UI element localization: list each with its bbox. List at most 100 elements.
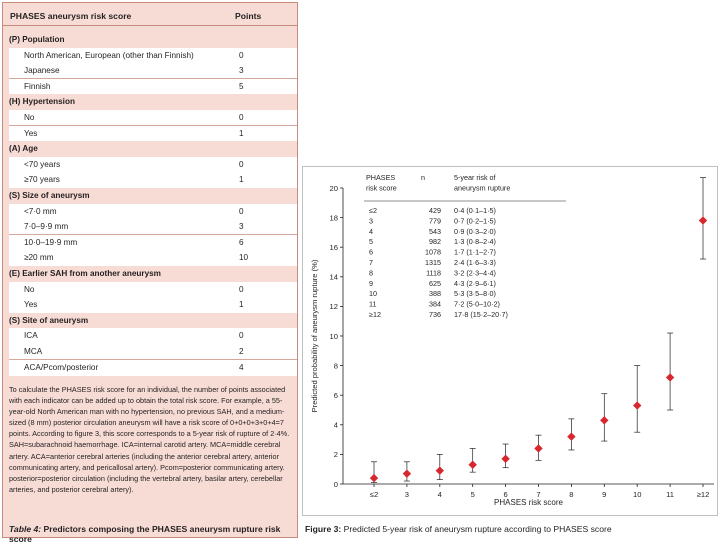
row-points: 0 (239, 50, 244, 60)
table-caption-text: Predictors composing the PHASES aneurysm… (9, 524, 281, 544)
row-label: <7·0 mm (24, 206, 57, 216)
table-row: No 0 (9, 110, 297, 126)
inset-cell-risk: 0·7 (0·2–1·5) (454, 216, 496, 225)
table-section-heading: (A) Age (3, 141, 297, 158)
table-header-points: Points (235, 11, 262, 21)
x-tick-label: 4 (438, 490, 442, 499)
table-caption: Table 4: Predictors composing the PHASES… (9, 524, 297, 544)
row-points: 4 (239, 362, 244, 372)
row-label: No (24, 113, 35, 122)
data-point (501, 454, 510, 464)
inset-header: n (421, 173, 425, 182)
inset-cell-n: 779 (429, 216, 441, 225)
y-tick-label: 8 (334, 361, 338, 370)
y-tick-label: 14 (330, 273, 338, 282)
row-points: 0 (239, 284, 244, 294)
inset-cell-score: 6 (369, 248, 373, 257)
table-row: ICA 0 (9, 328, 297, 345)
inset-cell-risk: 3·2 (2·3–4·4) (454, 268, 496, 277)
inset-cell-n: 388 (429, 289, 441, 298)
inset-cell-risk: 1·7 (1·1–2·7) (454, 248, 496, 257)
data-point (633, 401, 642, 410)
row-points: 0 (239, 113, 244, 122)
x-tick-label: 5 (471, 490, 475, 499)
y-tick-label: 10 (330, 332, 338, 341)
row-points: 0 (239, 331, 244, 341)
inset-header: risk score (366, 184, 397, 193)
section-title: (H) Hypertension (9, 97, 75, 107)
inset-cell-score: 4 (369, 227, 373, 236)
row-points: 10 (239, 253, 249, 263)
row-points: 3 (239, 66, 244, 76)
row-points: 1 (239, 300, 244, 310)
y-tick-label: 12 (330, 302, 338, 311)
inset-cell-n: 429 (429, 206, 441, 215)
section-title: (S) Site of aneurysm (9, 315, 89, 325)
inset-cell-risk: 7·2 (5·0–10·2) (454, 300, 500, 309)
section-title: (P) Population (9, 35, 65, 44)
row-label: <70 years (24, 159, 61, 169)
data-point (402, 469, 412, 478)
inset-cell-n: 543 (429, 227, 441, 236)
table-row: <70 years 0 (9, 156, 297, 173)
risk-chart: 02468101214161820≤2 3 4 5 6 7 8 9 10 11 ≥12PHASES … (310, 173, 714, 507)
risk-score-table: PHASES aneurysm risk score Points (P) Po… (2, 2, 298, 544)
row-label: ICA (24, 331, 38, 341)
row-points: 3 (239, 222, 244, 232)
row-label: Yes (24, 300, 38, 310)
y-tick-label: 20 (330, 184, 338, 193)
table-section-heading: (P) Population (3, 32, 297, 48)
section-title: (A) Age (9, 144, 38, 154)
y-tick-label: 0 (334, 480, 338, 489)
table-header-score: PHASES aneurysm risk score (10, 11, 132, 21)
row-points: 2 (239, 347, 244, 356)
x-axis-label: PHASES risk score (494, 498, 563, 507)
y-tick-label: 2 (334, 450, 338, 459)
table-row: ≥70 years 1 (9, 172, 297, 189)
row-label: Finnish (24, 81, 51, 91)
table-row: Japanese 3 (9, 63, 297, 80)
table-row: North American, European (other than Fin… (9, 47, 297, 64)
inset-cell-score: 9 (369, 279, 373, 288)
inset-cell-n: 1315 (425, 258, 441, 267)
row-label: No (24, 284, 35, 294)
y-tick-label: 4 (334, 421, 338, 430)
data-point (534, 444, 543, 453)
figure-caption-label: Figure 3: (305, 524, 342, 534)
x-tick-label: ≥12 (697, 490, 710, 499)
inset-header: PHASES (366, 173, 395, 182)
inset-cell-score: 7 (369, 258, 373, 267)
inset-cell-risk: 0·4 (0·1–1·5) (454, 206, 496, 215)
row-label: ACA/Pcom/posterior (24, 362, 99, 372)
inset-cell-n: 384 (429, 300, 441, 309)
table-section-heading: (S) Site of aneurysm (3, 312, 297, 329)
table-header: PHASES aneurysm risk score Points (3, 3, 297, 26)
table-row: <7·0 mm 0 (9, 203, 297, 220)
inset-cell-risk: 2·4 (1·6–3·3) (454, 258, 496, 267)
y-tick-label: 6 (334, 391, 338, 400)
table-row: Yes 1 (9, 297, 297, 314)
figure-caption-text: Predicted 5-year risk of aneurysm ruptur… (341, 524, 612, 534)
data-point (435, 466, 444, 475)
data-point (600, 416, 609, 425)
table-section-heading: (H) Hypertension (3, 94, 297, 111)
table-row: Finnish 5 (9, 78, 297, 95)
inset-cell-score: 5 (369, 237, 373, 246)
inset-cell-score: ≥12 (369, 310, 381, 319)
row-points: 1 (239, 175, 244, 185)
table-row: No 0 (9, 281, 297, 298)
inset-cell-score: 8 (369, 268, 373, 277)
row-label: 7·0–9·9 mm (24, 222, 69, 232)
inset-cell-n: 625 (429, 279, 441, 288)
y-tick-label: 18 (330, 213, 338, 222)
row-points: 0 (239, 206, 244, 216)
data-point (567, 432, 576, 441)
table-section-heading: (S) Size of aneurysm (3, 188, 297, 204)
inset-cell-risk: 5·3 (3·5–8·0) (454, 289, 496, 298)
data-point (665, 373, 675, 382)
x-tick-label: 11 (666, 490, 674, 499)
table-row: MCA 2 (9, 344, 297, 360)
table-row: 7·0–9·9 mm 3 (9, 219, 297, 236)
table-row: 10·0–19·9 mm 6 (9, 234, 297, 251)
table-row: Yes 1 (9, 125, 297, 142)
